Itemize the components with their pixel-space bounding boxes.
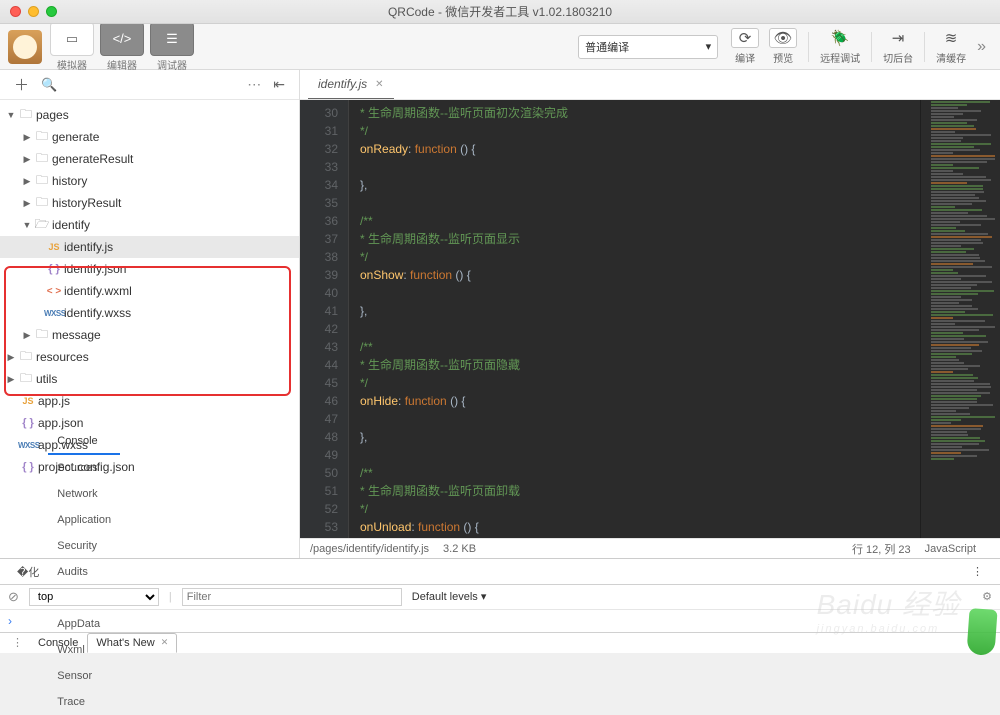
file-app-json[interactable]: { }app.json	[0, 412, 299, 434]
inspect-icon[interactable]: �化	[8, 559, 48, 585]
code-editor: identify.js ✕ 30313233343536373839404142…	[300, 70, 1000, 558]
file-project-config[interactable]: { }project.config.json	[0, 456, 299, 478]
status-cursor: 行 12, 列 23	[852, 541, 911, 557]
file-app-wxss[interactable]: WXSSapp.wxss	[0, 434, 299, 456]
file-identify-wxss[interactable]: WXSSidentify.wxss	[0, 302, 299, 324]
folder-resources[interactable]: ▶🗀resources	[0, 346, 299, 368]
editor-button[interactable]: </>	[100, 22, 144, 56]
file-identify-js[interactable]: JSidentify.js	[0, 236, 299, 258]
compile-mode-value: 普通编译	[585, 39, 629, 55]
log-levels-select[interactable]: Default levels ▾	[412, 590, 487, 603]
refresh-icon: ⟳	[731, 28, 759, 48]
folder-icon: 🗀	[16, 369, 36, 390]
simulator-button[interactable]: ▭	[50, 22, 94, 56]
console-settings-icon[interactable]: ⚙	[982, 590, 992, 603]
folder-open-icon: 🗁	[32, 215, 52, 236]
json-file-icon: { }	[18, 417, 38, 429]
code-icon: </>	[113, 32, 132, 45]
folder-icon: 🗀	[32, 193, 52, 214]
compile-mode-select[interactable]: 普通编译 ▾	[578, 35, 718, 59]
drawer-tab-console[interactable]: Console	[29, 633, 87, 653]
context-select[interactable]: top	[29, 588, 159, 606]
stack-icon: ≋	[937, 28, 965, 48]
tab-identify-js[interactable]: identify.js ✕	[308, 71, 394, 99]
wxml-file-icon: < >	[44, 286, 64, 297]
compile-button[interactable]: ⟳ 编译	[731, 28, 759, 65]
folder-icon: 🗀	[32, 171, 52, 192]
clear-console-icon[interactable]: ⊘	[8, 589, 19, 605]
more-toolbar-icon[interactable]: »	[971, 38, 992, 56]
json-file-icon: { }	[44, 263, 64, 275]
collapse-icon[interactable]: ⇤	[267, 76, 291, 93]
folder-identify[interactable]: ▼🗁identify	[0, 214, 299, 236]
console-toolbar: ⊘ top | Default levels ▾ ⚙	[0, 585, 1000, 610]
window-titlebar: QRCode - 微信开发者工具 v1.02.1803210	[0, 0, 1000, 24]
background-button[interactable]: ⇥ 切后台	[883, 28, 913, 65]
editor-statusbar: /pages/identify/identify.js 3.2 KB 行 12,…	[300, 538, 1000, 558]
drawer-tabs: ⋮ Console What's New✕	[0, 632, 1000, 653]
status-size: 3.2 KB	[443, 543, 476, 555]
drawer-tab-whats-new[interactable]: What's New✕	[87, 633, 177, 653]
drawer-menu-icon[interactable]: ⋮	[6, 636, 29, 649]
add-file-icon[interactable]: ＋	[8, 74, 35, 95]
folder-history-result[interactable]: ▶🗀historyResult	[0, 192, 299, 214]
wxss-file-icon: WXSS	[18, 441, 38, 450]
folder-generate-result[interactable]: ▶🗀generateResult	[0, 148, 299, 170]
folder-icon: 🗀	[32, 325, 52, 346]
devtools-tabs: �化 ConsoleSourcesNetworkApplicationSecur…	[0, 559, 1000, 585]
exit-icon: ⇥	[884, 28, 912, 48]
remote-debug-button[interactable]: 🪲 远程调试	[820, 28, 860, 65]
file-identify-json[interactable]: { }identify.json	[0, 258, 299, 280]
devtools-tab-audits[interactable]: Audits	[48, 559, 120, 585]
explorer-toolbar: ＋ 🔍 ⋯ ⇤	[0, 70, 299, 100]
phone-icon: ▭	[66, 32, 78, 45]
editor-tabs: identify.js ✕	[300, 70, 1000, 100]
more-options-icon[interactable]: ⋯	[241, 76, 267, 93]
folder-utils[interactable]: ▶🗀utils	[0, 368, 299, 390]
folder-icon: 🗀	[16, 105, 36, 126]
main-toolbar: ▭ 模拟器 </> 编辑器 ☰ 调试器 普通编译 ▾ ⟳ 编译 👁 预览 🪲 远…	[0, 24, 1000, 70]
clear-cache-button[interactable]: ≋ 清缓存	[936, 28, 966, 65]
folder-icon: 🗀	[32, 149, 52, 170]
folder-message[interactable]: ▶🗀message	[0, 324, 299, 346]
folder-history[interactable]: ▶🗀history	[0, 170, 299, 192]
file-tree: ▼🗀pages ▶🗀generate ▶🗀generateResult ▶🗀hi…	[0, 100, 299, 558]
devtools-settings-icon[interactable]: ⋮	[963, 559, 992, 585]
status-lang: JavaScript	[925, 543, 976, 555]
wxss-file-icon: WXSS	[44, 309, 64, 318]
file-app-js[interactable]: JSapp.js	[0, 390, 299, 412]
devtools-tab-trace[interactable]: Trace	[48, 689, 120, 715]
window-title: QRCode - 微信开发者工具 v1.02.1803210	[0, 3, 1000, 20]
devtools-tab-sensor[interactable]: Sensor	[48, 663, 120, 689]
dropdown-icon: ▾	[706, 40, 712, 53]
status-path: /pages/identify/identify.js	[310, 543, 429, 555]
js-file-icon: JS	[44, 242, 64, 252]
minimap[interactable]	[920, 100, 1000, 538]
close-icon[interactable]: ✕	[161, 637, 169, 648]
devtools-panel: �化 ConsoleSourcesNetworkApplicationSecur…	[0, 558, 1000, 653]
file-explorer: ＋ 🔍 ⋯ ⇤ ▼🗀pages ▶🗀generate ▶🗀generateRes…	[0, 70, 300, 558]
debug-icon: ☰	[166, 32, 178, 45]
json-file-icon: { }	[18, 461, 38, 473]
folder-icon: 🗀	[32, 127, 52, 148]
search-icon[interactable]: 🔍	[35, 77, 63, 93]
code-area[interactable]: 3031323334353637383940414243444546474849…	[300, 100, 1000, 538]
eye-icon: 👁	[769, 28, 797, 48]
console-filter-input[interactable]	[182, 588, 402, 606]
watermark-mascot	[966, 608, 997, 656]
js-file-icon: JS	[18, 396, 38, 406]
folder-pages[interactable]: ▼🗀pages	[0, 104, 299, 126]
folder-icon: 🗀	[16, 347, 36, 368]
line-gutter: 3031323334353637383940414243444546474849…	[300, 100, 348, 538]
folder-generate[interactable]: ▶🗀generate	[0, 126, 299, 148]
close-tab-icon[interactable]: ✕	[375, 79, 383, 90]
preview-button[interactable]: 👁 预览	[769, 28, 797, 65]
bug-icon: 🪲	[826, 28, 854, 48]
file-identify-wxml[interactable]: < >identify.wxml	[0, 280, 299, 302]
debugger-button[interactable]: ☰	[150, 22, 194, 56]
console-prompt[interactable]: ›	[0, 610, 1000, 632]
user-avatar[interactable]	[8, 30, 42, 64]
code-content[interactable]: * 生命周期函数--监听页面初次渲染完成 */ onReady: functio…	[348, 100, 920, 538]
